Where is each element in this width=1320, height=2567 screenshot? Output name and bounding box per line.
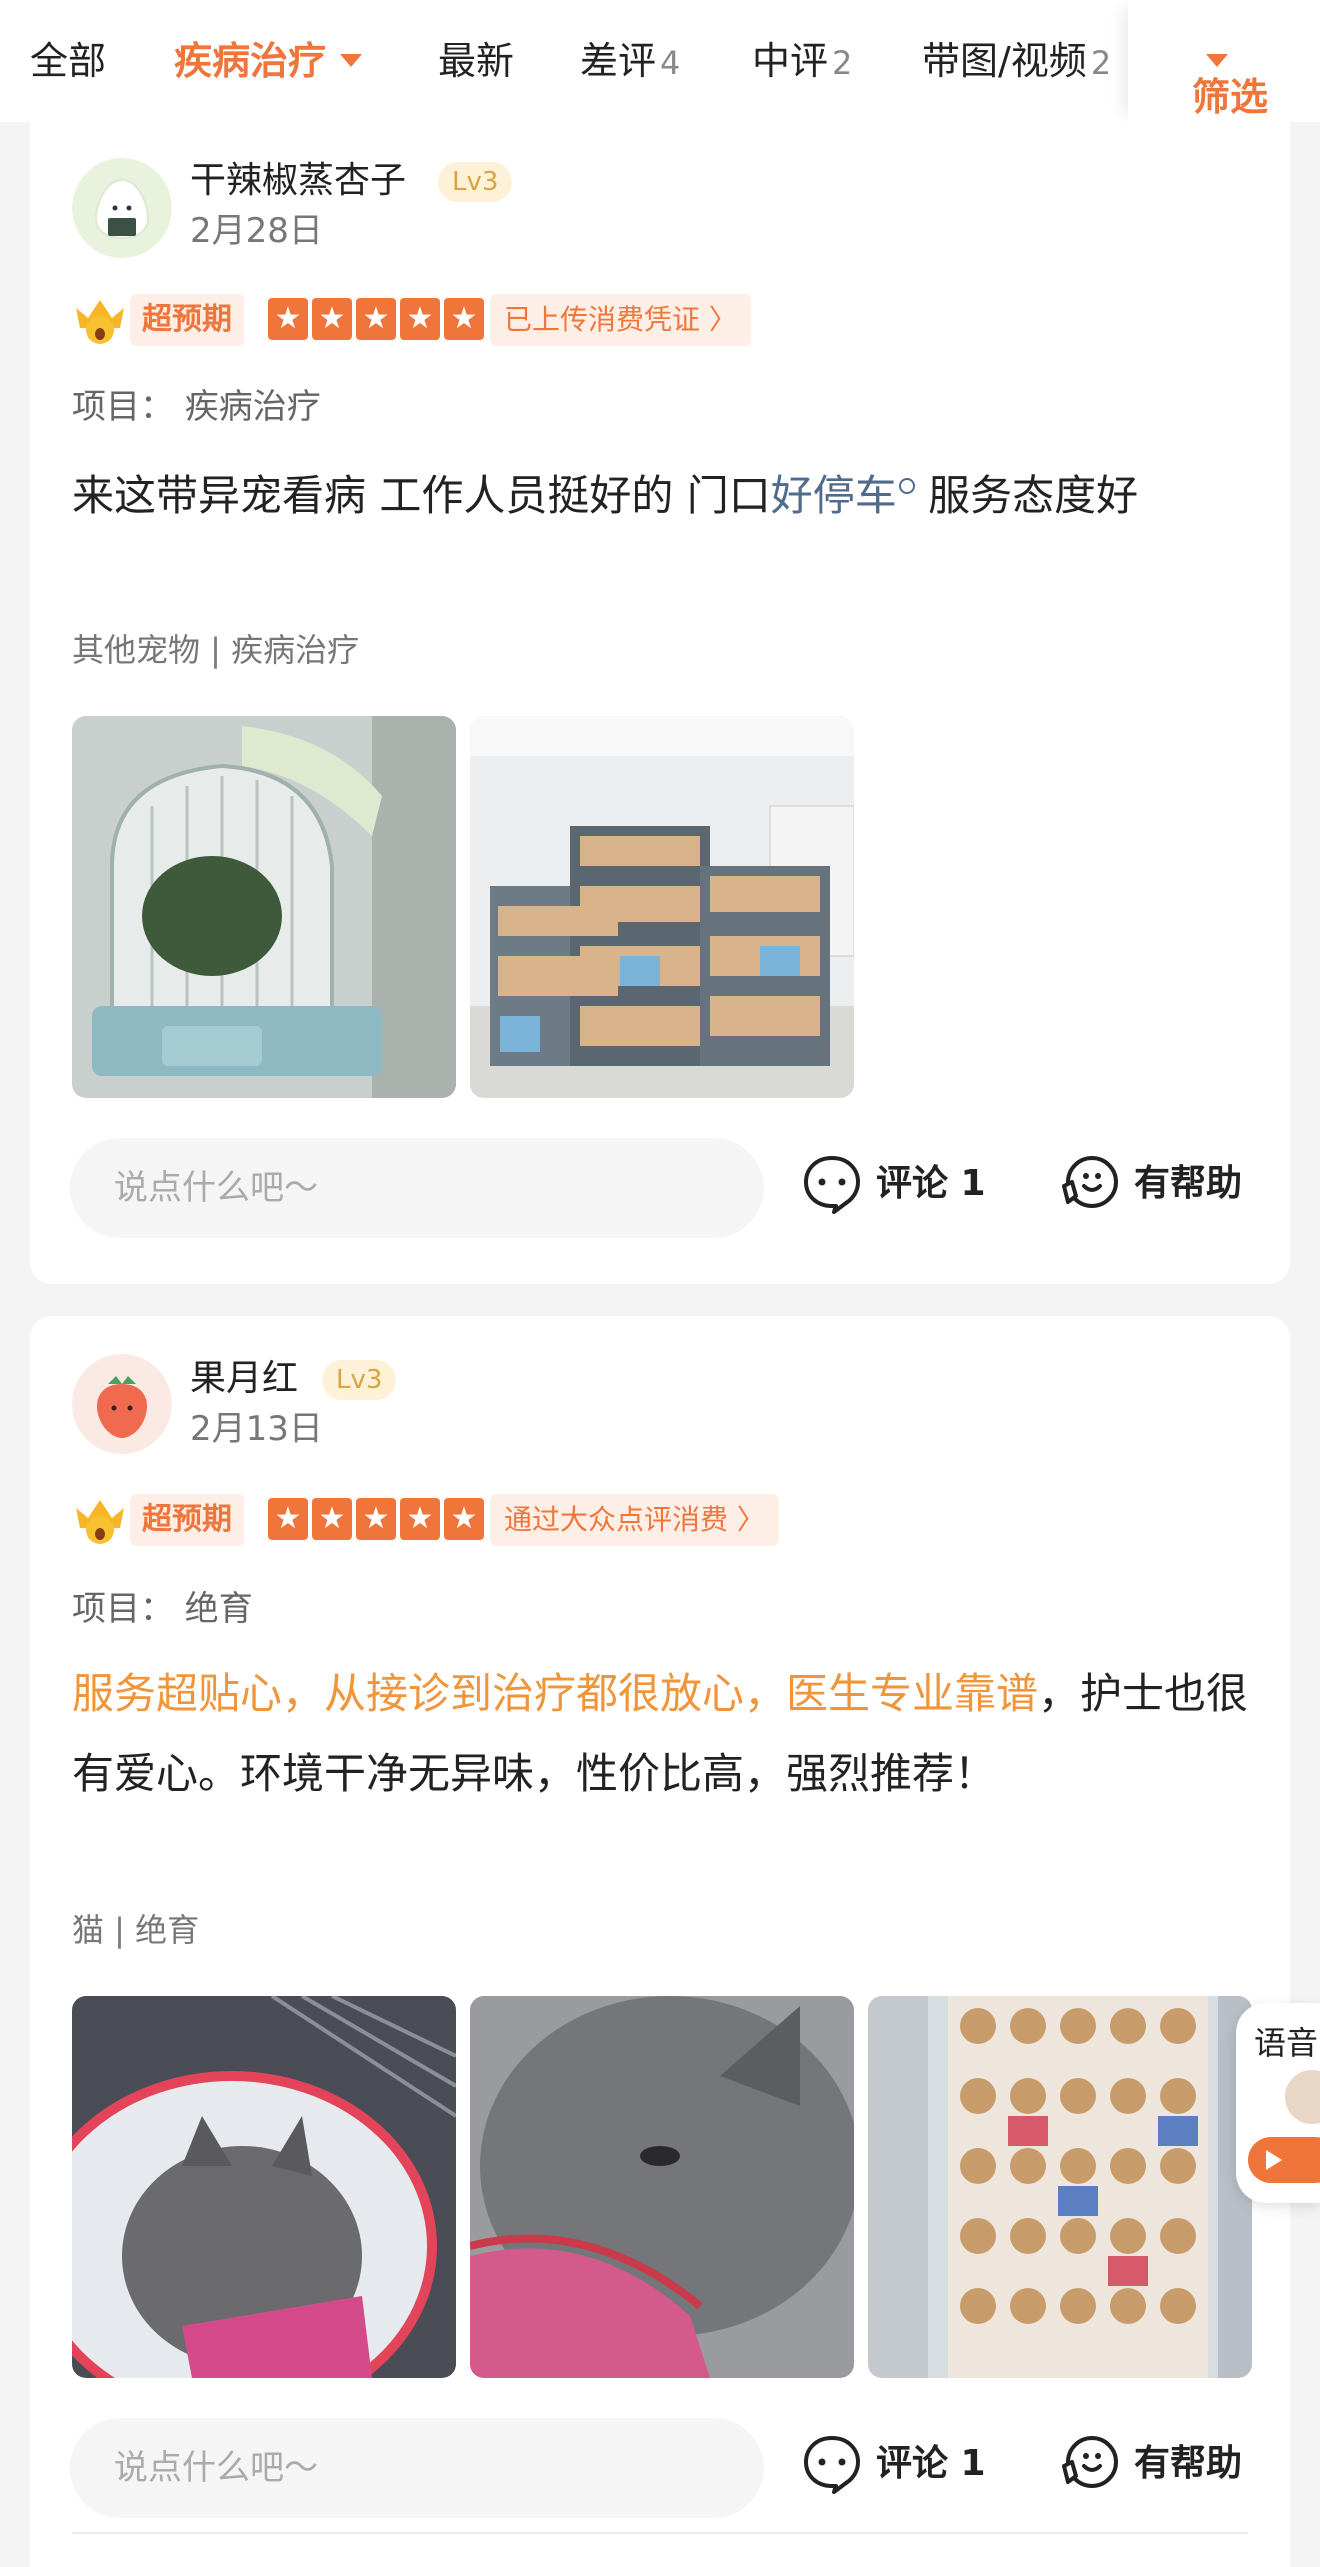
search-icon bbox=[898, 478, 915, 494]
star-rating: ★ ★ ★ ★ ★ bbox=[268, 1498, 484, 1540]
review-photo[interactable] bbox=[868, 1996, 1252, 2378]
keyword-link[interactable]: 好停车 bbox=[771, 471, 897, 520]
tab-count: 2 bbox=[832, 44, 853, 82]
crown-emoji-icon bbox=[76, 300, 124, 344]
review-text: 来这带异宠看病 工作人员挺好的 门口 bbox=[72, 471, 771, 520]
review-date: 2月28日 bbox=[190, 211, 323, 251]
star-icon: ★ bbox=[268, 298, 308, 340]
review-content[interactable]: 来这带异宠看病 工作人员挺好的 门口好停车 服务态度好 bbox=[72, 456, 1252, 536]
review-tags: 其他宠物 | 疾病治疗 bbox=[72, 631, 360, 669]
divider bbox=[72, 2532, 1248, 2534]
caret-down-icon bbox=[1206, 54, 1228, 67]
comment-bubble-icon bbox=[804, 1156, 860, 1214]
username[interactable]: 干辣椒蒸杏子 bbox=[190, 158, 406, 204]
tab-with-media[interactable]: 带图/视频 2 bbox=[922, 36, 1111, 88]
review-card: 干辣椒蒸杏子 Lv3 2月28日 超预期 ★ ★ ★ ★ ★ 已上传消费凭证 〉… bbox=[30, 122, 1290, 1284]
caret-down-icon bbox=[340, 54, 363, 67]
tab-negative[interactable]: 差评 4 bbox=[580, 36, 680, 88]
filter-tab-bar: 全部 疾病治疗 最新 差评 4 中评 2 带图/视频 2 筛选 bbox=[0, 0, 1320, 122]
star-icon: ★ bbox=[400, 1498, 440, 1540]
review-photo[interactable] bbox=[470, 716, 854, 1098]
tab-label: 最新 bbox=[438, 39, 515, 83]
star-icon: ★ bbox=[312, 1498, 352, 1540]
voice-avatar bbox=[1282, 2067, 1320, 2127]
comment-placeholder: 说点什么吧～ bbox=[114, 2448, 318, 2488]
tab-label: 差评 bbox=[580, 39, 657, 83]
review-tags: 猫 | 绝育 bbox=[72, 1911, 200, 1949]
cat-in-cone-photo bbox=[72, 1996, 456, 2378]
filter-button[interactable]: 筛选 bbox=[1128, 0, 1320, 122]
comment-placeholder: 说点什么吧～ bbox=[114, 1168, 318, 1208]
tab-label: 中评 bbox=[752, 39, 829, 83]
voucher-tag[interactable]: 已上传消费凭证 〉 bbox=[490, 294, 751, 346]
exceed-expectation-badge: 超预期 bbox=[130, 294, 244, 346]
tab-label: 疾病治疗 bbox=[174, 39, 327, 83]
helpful-button[interactable]: 有帮助 bbox=[1058, 2432, 1268, 2502]
comment-button[interactable]: 评论 1 bbox=[800, 1152, 1020, 1222]
star-rating: ★ ★ ★ ★ ★ bbox=[268, 298, 484, 340]
filter-label: 筛选 bbox=[1192, 75, 1269, 119]
star-icon: ★ bbox=[400, 298, 440, 340]
tab-neutral[interactable]: 中评 2 bbox=[752, 36, 852, 88]
tab-all[interactable]: 全部 bbox=[30, 36, 106, 86]
avatar[interactable] bbox=[72, 158, 172, 258]
cat-closeup-photo bbox=[470, 1996, 854, 2378]
star-icon: ★ bbox=[444, 298, 484, 340]
level-badge: Lv3 bbox=[438, 162, 513, 202]
comment-input[interactable]: 说点什么吧～ bbox=[70, 1138, 764, 1238]
tab-label: 全部 bbox=[30, 39, 107, 83]
pet-shop-shelf-photo bbox=[470, 716, 854, 1098]
helpful-smile-icon bbox=[1062, 2436, 1118, 2488]
tab-label: 带图/视频 bbox=[922, 39, 1087, 83]
exceed-expectation-badge: 超预期 bbox=[130, 1494, 244, 1546]
review-content[interactable]: 服务超贴心，从接诊到治疗都很放心，医生专业靠谱，护士也很有爱心。环境干净无异味，… bbox=[72, 1654, 1252, 1814]
voice-widget[interactable]: 语音 bbox=[1236, 2003, 1320, 2203]
voice-label: 语音 bbox=[1254, 2024, 1319, 2062]
star-icon: ★ bbox=[312, 298, 352, 340]
comment-count: 评论 1 bbox=[876, 1163, 986, 1204]
tab-latest[interactable]: 最新 bbox=[438, 36, 514, 86]
comment-count: 评论 1 bbox=[876, 2443, 986, 2484]
strawberry-avatar-icon bbox=[72, 1354, 172, 1454]
comment-button[interactable]: 评论 1 bbox=[800, 2432, 1020, 2502]
voucher-tag[interactable]: 通过大众点评消费 〉 bbox=[490, 1494, 779, 1546]
helpful-smile-icon bbox=[1062, 1156, 1118, 1208]
star-icon: ★ bbox=[268, 1498, 308, 1540]
avatar[interactable] bbox=[72, 1354, 172, 1454]
helpful-label: 有帮助 bbox=[1134, 1163, 1243, 1204]
review-photo[interactable] bbox=[72, 716, 456, 1098]
star-icon: ★ bbox=[356, 1498, 396, 1540]
helpful-label: 有帮助 bbox=[1134, 2443, 1243, 2484]
project-label: 项目： 绝育 bbox=[72, 1589, 253, 1629]
star-icon: ★ bbox=[356, 298, 396, 340]
review-date: 2月13日 bbox=[190, 1409, 323, 1449]
review-text: 服务态度好 bbox=[914, 471, 1139, 520]
hamster-cage-photo bbox=[72, 716, 456, 1098]
comment-input[interactable]: 说点什么吧～ bbox=[70, 2418, 764, 2518]
review-card: 果月红 Lv3 2月13日 超预期 ★ ★ ★ ★ ★ 通过大众点评消费 〉 项… bbox=[30, 1316, 1290, 2567]
rice-ball-avatar-icon bbox=[72, 158, 172, 258]
review-photo[interactable] bbox=[72, 1996, 456, 2378]
voice-play-button[interactable] bbox=[1248, 2137, 1320, 2183]
tab-count: 4 bbox=[660, 44, 681, 82]
comment-bubble-icon bbox=[804, 2436, 860, 2494]
level-badge: Lv3 bbox=[322, 1360, 397, 1400]
tab-count: 2 bbox=[1090, 44, 1112, 82]
username[interactable]: 果月红 bbox=[190, 1356, 298, 1402]
helpful-button[interactable]: 有帮助 bbox=[1058, 1152, 1268, 1222]
pet-poster-wall-photo bbox=[868, 1996, 1252, 2378]
star-icon: ★ bbox=[444, 1498, 484, 1540]
project-label: 项目： 疾病治疗 bbox=[72, 387, 321, 427]
tab-disease-treatment[interactable]: 疾病治疗 bbox=[174, 36, 363, 86]
crown-emoji-icon bbox=[76, 1500, 124, 1544]
review-photo[interactable] bbox=[470, 1996, 854, 2378]
highlighted-text: 服务超贴心，从接诊到治疗都很放心，医生专业靠谱 bbox=[72, 1669, 1039, 1718]
